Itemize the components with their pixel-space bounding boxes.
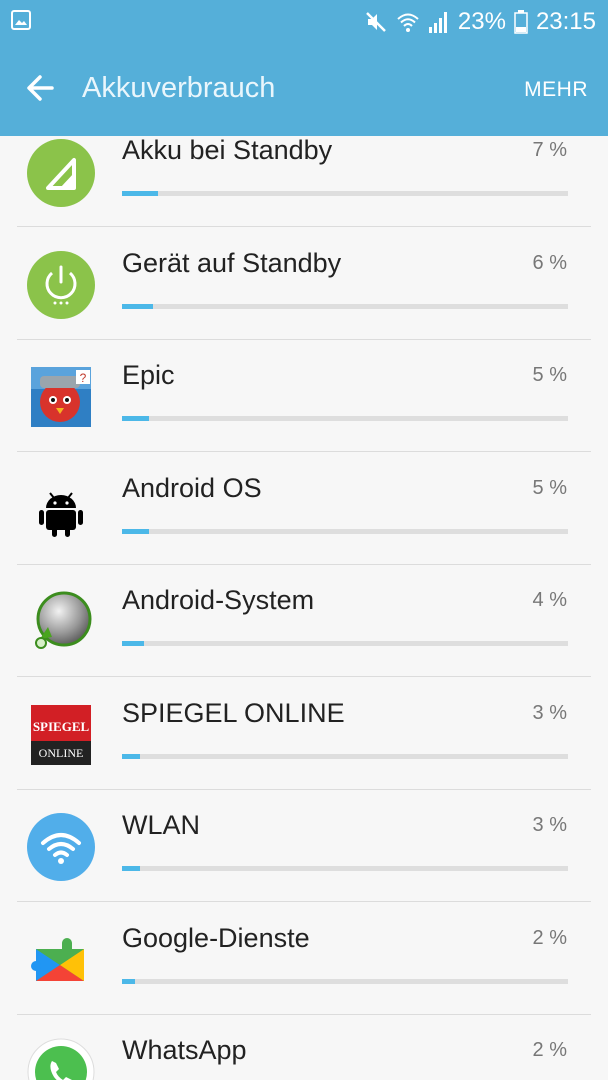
spiegel-logo-text-2: ONLINE (39, 746, 84, 760)
divider (17, 901, 591, 902)
usage-bar (122, 866, 568, 871)
usage-bar-fill (122, 529, 149, 534)
usage-bar-fill (122, 304, 154, 309)
usage-bar (122, 529, 568, 534)
item-name: Google-Dienste (122, 923, 310, 953)
item-name: SPIEGEL ONLINE (122, 698, 345, 728)
item-name: Android-System (122, 585, 315, 615)
clock: 23:15 (535, 8, 596, 35)
wifi-status-icon (397, 13, 419, 32)
power-standby-icon (27, 251, 95, 319)
usage-bar-fill (122, 641, 145, 646)
usage-bar-fill (122, 979, 136, 984)
epic-app-icon: ? (31, 367, 91, 427)
item-percent: 3 % (532, 702, 567, 724)
usage-bar (122, 754, 568, 759)
more-button[interactable]: MEHR (524, 78, 588, 102)
page-title: Akkuverbrauch (82, 72, 276, 104)
whatsapp-icon (27, 1038, 95, 1080)
svg-text:?: ? (80, 371, 87, 385)
mute-icon (366, 12, 386, 32)
item-percent: 5 % (532, 364, 567, 386)
item-name: Akku bei Standby (122, 136, 333, 165)
list-item[interactable]: Gerät auf Standby 6 % (0, 228, 608, 340)
item-percent: 6 % (532, 252, 567, 274)
back-arrow-icon[interactable] (22, 68, 62, 108)
signal-icon (428, 12, 447, 33)
item-percent: 2 % (532, 927, 567, 949)
usage-bar (122, 641, 568, 646)
list-item[interactable]: SPIEGEL ONLINE SPIEGEL ONLINE 3 % (0, 678, 608, 790)
item-percent: 2 % (532, 1039, 567, 1061)
usage-bar (122, 979, 568, 984)
usage-bar (122, 416, 568, 421)
spiegel-online-icon: SPIEGEL ONLINE (31, 705, 91, 765)
battery-usage-list: Akku bei Standby 7 % Gerät auf Standby 6… (0, 136, 608, 1080)
item-percent: 7 % (532, 139, 567, 161)
list-item[interactable]: WhatsApp 2 % (0, 1015, 608, 1080)
divider (17, 226, 591, 227)
list-item[interactable]: Google-Dienste 2 % (0, 903, 608, 1015)
android-icon (39, 492, 83, 537)
divider (17, 676, 591, 677)
list-item[interactable]: Android OS 5 % (0, 453, 608, 565)
list-item[interactable]: Akku bei Standby 7 % (0, 136, 608, 227)
item-percent: 3 % (532, 814, 567, 836)
list-item[interactable]: ? Epic 5 % (0, 340, 608, 452)
wifi-icon (27, 813, 95, 881)
item-percent: 4 % (532, 589, 567, 611)
usage-bar-fill (122, 754, 140, 759)
status-icons: 23% 23:15 (364, 8, 596, 36)
battery-percent: 23% (457, 8, 506, 35)
item-name: Epic (122, 360, 175, 390)
usage-bar (122, 304, 568, 309)
spiegel-logo-text-1: SPIEGEL (33, 719, 90, 734)
usage-bar-fill (122, 866, 140, 871)
item-percent: 5 % (532, 477, 567, 499)
app-bar: Akkuverbrauch MEHR (0, 44, 608, 136)
usage-bar-fill (122, 416, 149, 421)
usage-bar (122, 191, 568, 196)
battery-icon (514, 10, 528, 34)
item-name: Gerät auf Standby (122, 248, 342, 278)
item-name: WhatsApp (122, 1035, 247, 1065)
status-bar: 23% 23:15 (0, 0, 608, 44)
list-item[interactable]: Android-System 4 % (0, 565, 608, 677)
item-name: Android OS (122, 473, 262, 503)
google-play-services-icon (31, 938, 84, 981)
divider (17, 451, 591, 452)
android-system-icon (35, 591, 92, 649)
usage-bar-fill (122, 191, 158, 196)
gallery-notification-icon (11, 10, 31, 30)
item-name: WLAN (122, 810, 201, 840)
battery-standby-icon (27, 139, 95, 207)
list-item[interactable]: WLAN 3 % (0, 790, 608, 902)
